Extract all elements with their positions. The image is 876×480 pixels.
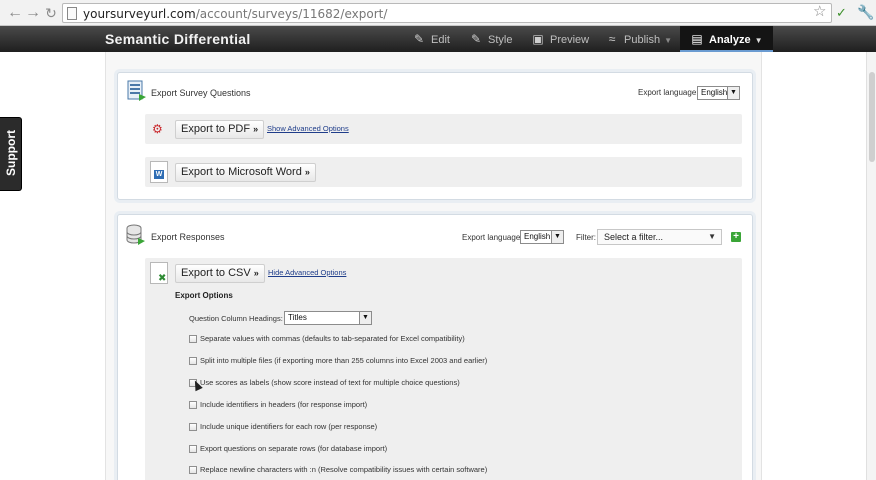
url-host: yoursurveyurl.com [83, 7, 196, 21]
column-headings-value: Titles [288, 313, 307, 322]
chevron-down-icon: ▼ [708, 232, 716, 241]
csv-file-icon: ✖ [150, 262, 168, 284]
page-icon [67, 7, 77, 20]
option-checkbox[interactable] [189, 466, 197, 474]
show-advanced-options-link[interactable]: Show Advanced Options [267, 124, 349, 133]
option-label: Replace newline characters with :n (Reso… [200, 465, 488, 474]
address-bar[interactable]: yoursurveyurl.com/account/surveys/11682/… [62, 3, 832, 23]
support-label: Support [4, 130, 18, 176]
chevron-down-icon: ▼ [551, 231, 563, 243]
export-questions-title: Export Survey Questions [151, 88, 251, 98]
export-pdf-label: Export to PDF [181, 123, 251, 135]
forward-arrow-icon[interactable]: → [24, 4, 42, 22]
option-label: Export questions on separate rows (for d… [200, 444, 388, 453]
export-questions-language-label: Export language: [638, 88, 699, 97]
chevron-down-icon: ▼ [664, 36, 672, 45]
option-checkbox[interactable] [189, 357, 197, 365]
page-scrollbar[interactable] [866, 52, 876, 480]
menu-edit-label: Edit [431, 34, 450, 46]
survey-title: Semantic Differential [105, 31, 251, 47]
reload-icon[interactable]: ↻ [42, 4, 60, 22]
menu-edit[interactable]: ✎ Edit [412, 26, 450, 52]
database-icon [126, 224, 145, 245]
chevron-down-icon: ▼ [754, 36, 763, 45]
browser-toolbar: ← → ↻ yoursurveyurl.com/account/surveys/… [0, 0, 876, 26]
filter-label: Filter: [576, 233, 596, 242]
option-checkbox[interactable] [189, 423, 197, 431]
pencil-icon: ✎ [413, 32, 425, 46]
option-checkbox[interactable] [189, 445, 197, 453]
back-arrow-icon[interactable]: ← [6, 4, 24, 22]
menu-publish-label: Publish [624, 34, 661, 46]
option-checkbox[interactable] [189, 401, 197, 409]
filter-value: Select a filter... [604, 232, 664, 242]
export-responses-language-select[interactable]: English ▼ [520, 230, 564, 244]
column-headings-label: Question Column Headings: [189, 314, 283, 323]
scroll-thumb[interactable] [869, 72, 875, 162]
monitor-icon: ▣ [532, 32, 544, 46]
hide-advanced-options-link[interactable]: Hide Advanced Options [268, 268, 346, 277]
url-text: yoursurveyurl.com/account/surveys/11682/… [83, 6, 387, 22]
menu-style-label: Style [488, 34, 513, 46]
export-csv-button[interactable]: Export to CSV» [175, 264, 265, 283]
option-label: Use scores as labels (show score instead… [200, 378, 460, 387]
option-checkbox[interactable] [189, 335, 197, 343]
menu-publish[interactable]: ≈ Publish ▼ [605, 26, 672, 52]
pdf-file-icon: ⚙ [152, 122, 163, 136]
chevron-down-icon: ▼ [359, 312, 371, 324]
wifi-icon: ≈ [608, 32, 616, 46]
option-label: Include unique identifiers for each row … [200, 422, 378, 431]
survey-questions-icon [127, 80, 146, 101]
wrench-icon[interactable]: 🔧 [857, 3, 874, 21]
menu-preview-label: Preview [550, 34, 590, 46]
export-csv-label: Export to CSV [181, 267, 251, 279]
export-pdf-button[interactable]: Export to PDF» [175, 120, 265, 139]
chart-icon: ▤ [691, 32, 703, 46]
word-file-icon: W [150, 161, 168, 183]
language-value: English [524, 232, 551, 241]
menu-preview[interactable]: ▣ Preview [531, 26, 589, 52]
bookmark-star-icon[interactable]: ☆ [813, 3, 826, 21]
chevron-down-icon: ▼ [727, 87, 739, 99]
option-label: Split into multiple files (if exporting … [200, 356, 488, 365]
export-word-label: Export to Microsoft Word [181, 166, 302, 178]
language-value: English [701, 88, 728, 97]
double-chevron-right-icon: » [304, 167, 310, 177]
double-chevron-right-icon: » [253, 268, 259, 278]
double-chevron-right-icon: » [253, 124, 259, 134]
export-options-title: Export Options [175, 291, 233, 300]
filter-select[interactable]: Select a filter... ▼ [597, 229, 722, 245]
export-responses-title: Export Responses [151, 232, 225, 242]
export-responses-language-label: Export language: [462, 233, 523, 242]
url-path: /account/surveys/11682/export/ [195, 7, 388, 21]
menu-analyze[interactable]: ▤ Analyze ▼ [680, 26, 773, 52]
column-headings-select[interactable]: Titles ▼ [284, 311, 372, 325]
export-word-button[interactable]: Export to Microsoft Word» [175, 163, 316, 182]
app-header: Semantic Differential ✎ Edit ✎ Style ▣ Prev… [0, 26, 876, 52]
menu-analyze-label: Analyze [709, 34, 751, 46]
export-questions-language-select[interactable]: English ▼ [697, 86, 740, 100]
extension-icon[interactable]: ✓ [836, 4, 847, 22]
add-filter-plus-icon[interactable]: + [731, 232, 741, 242]
support-tab[interactable]: Support [0, 117, 22, 191]
menu-style[interactable]: ✎ Style [469, 26, 513, 52]
brush-icon: ✎ [470, 32, 482, 46]
option-label: Separate values with commas (defaults to… [200, 334, 465, 343]
option-label: Include identifiers in headers (for resp… [200, 400, 368, 409]
